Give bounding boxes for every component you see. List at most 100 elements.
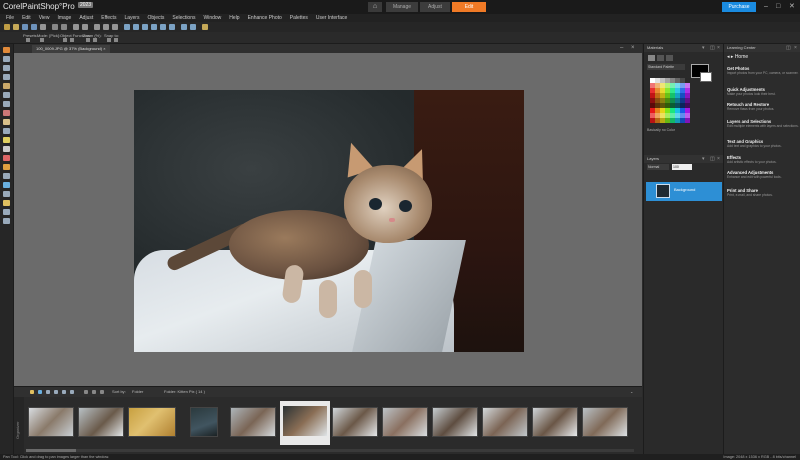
picture-tube-icon[interactable] — [3, 155, 10, 161]
align-icon[interactable] — [63, 38, 67, 42]
palette-select[interactable]: Standard Palette — [647, 64, 685, 70]
back-arrow-icon[interactable]: ◂ ▸ — [727, 54, 733, 60]
menu-edit[interactable]: Edit — [22, 14, 31, 22]
learning-item-get-photos[interactable]: Get Photos Import photos from your PC, c… — [727, 66, 799, 75]
learning-close-icon[interactable]: × — [794, 44, 797, 52]
delete-icon[interactable] — [100, 390, 104, 394]
makeover-tool-icon[interactable] — [3, 119, 10, 125]
crop-tool-icon[interactable] — [3, 92, 10, 98]
color-swatches[interactable] — [650, 78, 690, 126]
learning-item-text-graphics[interactable]: Text and Graphics Add text and graphics … — [727, 139, 799, 148]
mode-icon[interactable] — [40, 38, 44, 42]
thumbnail[interactable] — [128, 407, 176, 437]
learning-float-icon[interactable]: ◫ — [786, 44, 791, 52]
menu-adjust[interactable]: Adjust — [79, 14, 93, 22]
selection-tool-icon[interactable] — [3, 65, 10, 71]
thumbnail[interactable] — [78, 407, 124, 437]
rotate-right-icon[interactable] — [92, 390, 96, 394]
share-icon[interactable] — [61, 24, 67, 30]
kitten-photo[interactable] — [134, 90, 524, 352]
tab-adjust[interactable]: Adjust — [420, 2, 450, 12]
cut-icon[interactable] — [94, 24, 100, 30]
menu-enhance-photo[interactable]: Enhance Photo — [248, 14, 282, 22]
collections-icon[interactable] — [38, 390, 42, 394]
copy-icon[interactable] — [103, 24, 109, 30]
fit-window-icon[interactable] — [160, 24, 166, 30]
doc-minimize-icon[interactable]: – — [620, 44, 623, 53]
paste-icon[interactable] — [112, 24, 118, 30]
folder-label[interactable]: Folder: Kitten Pix ( 14 ) — [164, 388, 205, 396]
global-tool-icon[interactable] — [3, 218, 10, 224]
thumbnail[interactable] — [582, 407, 628, 437]
frame-tab-icon[interactable] — [648, 55, 655, 61]
materials-close-icon[interactable]: × — [717, 44, 720, 52]
blend-mode-select[interactable]: Normal — [647, 164, 669, 170]
red-eye-tool-icon[interactable] — [3, 110, 10, 116]
search-icon[interactable] — [46, 390, 50, 394]
thumbnail[interactable] — [230, 407, 276, 437]
snap-icon[interactable] — [107, 38, 111, 42]
image-canvas[interactable] — [14, 53, 642, 386]
menu-file[interactable]: File — [6, 14, 14, 22]
learning-item-quick-adjustments[interactable]: Quick Adjustments Make your photos look … — [727, 87, 799, 96]
maximize-button[interactable]: □ — [776, 2, 780, 12]
thumbnail-selected[interactable] — [280, 401, 330, 445]
thumbnail-scrollbar[interactable] — [26, 449, 634, 452]
preset-picker-icon[interactable] — [26, 38, 30, 42]
redo-icon[interactable] — [82, 24, 88, 30]
learning-item-layers-selections[interactable]: Layers and Selections Edit multiple elem… — [727, 119, 799, 128]
tab-edit[interactable]: Edit — [452, 2, 486, 12]
menu-image[interactable]: Image — [57, 14, 71, 22]
pan-tool-icon[interactable] — [3, 47, 10, 53]
clone-brush-icon[interactable] — [3, 128, 10, 134]
home-icon[interactable]: ⌂ — [368, 2, 382, 12]
full-screen-icon[interactable] — [169, 24, 175, 30]
menu-view[interactable]: View — [39, 14, 50, 22]
new-file-icon[interactable] — [4, 24, 10, 30]
doc-close-icon[interactable]: × — [631, 44, 635, 53]
layers-pin-icon[interactable]: ▾ — [702, 155, 705, 163]
tab-manage[interactable]: Manage — [386, 2, 418, 12]
print-icon[interactable] — [40, 24, 46, 30]
menu-layers[interactable]: Layers — [124, 14, 139, 22]
palettes-icon[interactable] — [202, 24, 208, 30]
thumbnail[interactable] — [532, 407, 578, 437]
sort-select[interactable]: Folder — [132, 388, 143, 396]
materials-float-icon[interactable]: ◫ — [710, 44, 715, 52]
close-button[interactable]: ✕ — [789, 2, 795, 12]
thumbnail[interactable] — [382, 407, 428, 437]
grid-icon[interactable] — [114, 38, 118, 42]
purchase-button[interactable]: Purchase — [722, 2, 756, 12]
warp-brush-icon[interactable] — [3, 200, 10, 206]
eraser-tool-icon[interactable] — [3, 146, 10, 152]
straighten-tool-icon[interactable] — [3, 101, 10, 107]
menu-effects[interactable]: Effects — [101, 14, 116, 22]
document-tab-close-icon[interactable]: × — [103, 46, 105, 51]
undo-icon[interactable] — [73, 24, 79, 30]
menu-window[interactable]: Window — [204, 14, 222, 22]
menu-objects[interactable]: Objects — [147, 14, 164, 22]
zoom-in-icon[interactable] — [124, 24, 130, 30]
menu-user-interface[interactable]: User Interface — [316, 14, 347, 22]
zoom-out-icon[interactable] — [133, 24, 139, 30]
thumbnail[interactable] — [190, 407, 218, 437]
learning-item-advanced-adjustments[interactable]: Advanced Adjustments Enhance and edit wi… — [727, 170, 799, 179]
distribute-icon[interactable] — [70, 38, 74, 42]
browse-folders-icon[interactable] — [30, 390, 34, 394]
rainbow-tab-icon[interactable] — [657, 55, 664, 61]
layers-close-icon[interactable]: × — [717, 155, 720, 163]
flood-fill-icon[interactable] — [3, 164, 10, 170]
zoom-in-small-icon[interactable] — [86, 38, 90, 42]
freehand-selection-icon[interactable] — [3, 74, 10, 80]
learning-home[interactable]: ◂ ▸ Home — [727, 54, 748, 60]
actual-size-icon[interactable] — [151, 24, 157, 30]
learning-item-retouch[interactable]: Retouch and Restore Remove flaws from yo… — [727, 102, 799, 111]
thumbnail[interactable] — [28, 407, 74, 437]
script-icon[interactable] — [181, 24, 187, 30]
learning-item-effects[interactable]: Effects Add artistic effects to your pho… — [727, 155, 799, 164]
mesh-warp-icon[interactable] — [3, 209, 10, 215]
thumbnail[interactable] — [332, 407, 378, 437]
email-icon[interactable] — [52, 24, 58, 30]
pen-tool-icon[interactable] — [3, 191, 10, 197]
organizer-collapse-icon[interactable]: ⌄ — [630, 388, 633, 396]
